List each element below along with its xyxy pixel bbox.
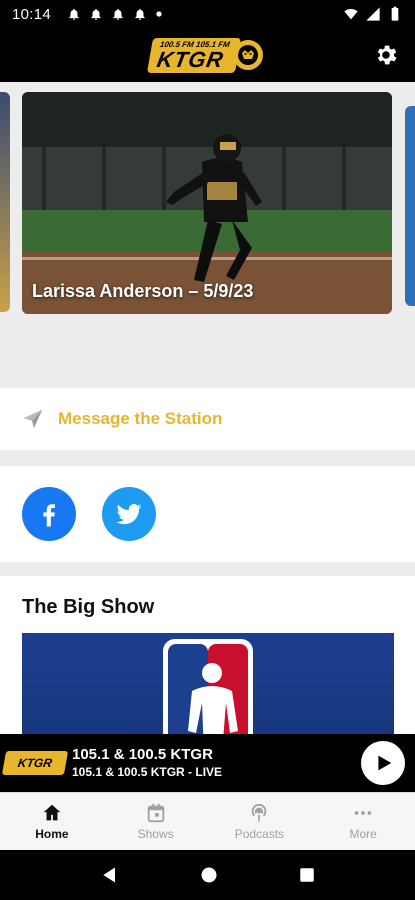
tab-label: Shows <box>137 827 174 841</box>
basketball-league-logo <box>163 639 253 734</box>
calendar-icon <box>147 803 164 823</box>
mini-player-info[interactable]: 105.1 & 100.5 KTGR 105.1 & 100.5 KTGR - … <box>72 746 222 780</box>
tab-label: More <box>349 827 377 841</box>
send-icon <box>23 409 43 429</box>
mini-player-logo: KTGR <box>1 751 69 775</box>
carousel-slide[interactable]: Larissa Anderson – 5/9/23 <box>22 92 392 314</box>
mini-player-title: 105.1 & 100.5 KTGR <box>72 746 213 763</box>
back-icon[interactable] <box>100 865 120 885</box>
message-station-label: Message the Station <box>58 409 223 428</box>
gear-icon <box>377 45 397 65</box>
facebook-icon <box>43 504 55 527</box>
bottom-tab-bar: Home Shows Podcasts More <box>0 792 415 850</box>
status-time: 10:14 <box>12 5 52 23</box>
twitter-button[interactable] <box>102 487 156 541</box>
battery-icon <box>391 6 399 21</box>
show-title: The Big Show <box>22 596 155 618</box>
facebook-button[interactable] <box>22 487 76 541</box>
show-card[interactable]: The Big Show <box>0 576 415 734</box>
more-icon <box>354 811 372 815</box>
bell-icon <box>69 8 79 20</box>
mini-player[interactable]: KTGR 105.1 & 100.5 KTGR 105.1 & 100.5 KT… <box>0 734 415 792</box>
home-circle-icon[interactable] <box>199 865 219 885</box>
bell-icon <box>91 8 101 20</box>
podcast-icon <box>252 804 267 823</box>
home-icon <box>43 804 61 821</box>
play-button[interactable] <box>361 741 405 785</box>
logo-wordmark: 100.5 FM 105.1 FM KTGR <box>146 37 241 73</box>
notification-icons <box>67 7 163 21</box>
bell-icon <box>113 8 123 20</box>
tab-shows[interactable]: Shows <box>104 793 208 850</box>
system-nav-bar <box>0 850 415 900</box>
message-station-button[interactable]: Message the Station <box>0 388 415 450</box>
status-bar: 10:14 <box>0 0 415 28</box>
tab-label: Podcasts <box>234 827 285 841</box>
show-artwork[interactable] <box>22 633 394 734</box>
recents-icon[interactable] <box>298 866 316 884</box>
mini-player-subtitle: 105.1 & 100.5 KTGR - LIVE <box>72 765 223 779</box>
dot-icon <box>156 11 162 17</box>
twitter-icon <box>116 504 142 525</box>
wifi-icon <box>344 8 358 20</box>
play-icon <box>378 755 392 771</box>
carousel-prev-slide[interactable] <box>0 92 10 312</box>
logo-call-sign: KTGR <box>154 46 226 72</box>
tab-podcasts[interactable]: Podcasts <box>208 793 312 850</box>
tab-more[interactable]: More <box>311 793 415 850</box>
station-logo[interactable]: 100.5 FM 105.1 FM KTGR <box>146 34 266 76</box>
tab-home[interactable]: Home <box>0 793 104 850</box>
social-links <box>0 466 415 562</box>
signal-icon <box>366 7 380 21</box>
slide-caption: Larissa Anderson – 5/9/23 <box>32 281 254 301</box>
app-header: 100.5 FM 105.1 FM KTGR <box>0 28 415 82</box>
settings-button[interactable] <box>371 40 401 70</box>
carousel-next-slide[interactable] <box>405 106 415 306</box>
tab-label: Home <box>35 827 69 841</box>
bell-icon <box>135 8 145 20</box>
home-content[interactable]: Larissa Anderson – 5/9/23 Message the St… <box>0 82 415 734</box>
featured-carousel[interactable]: Larissa Anderson – 5/9/23 <box>0 82 415 380</box>
system-icons <box>343 6 403 22</box>
